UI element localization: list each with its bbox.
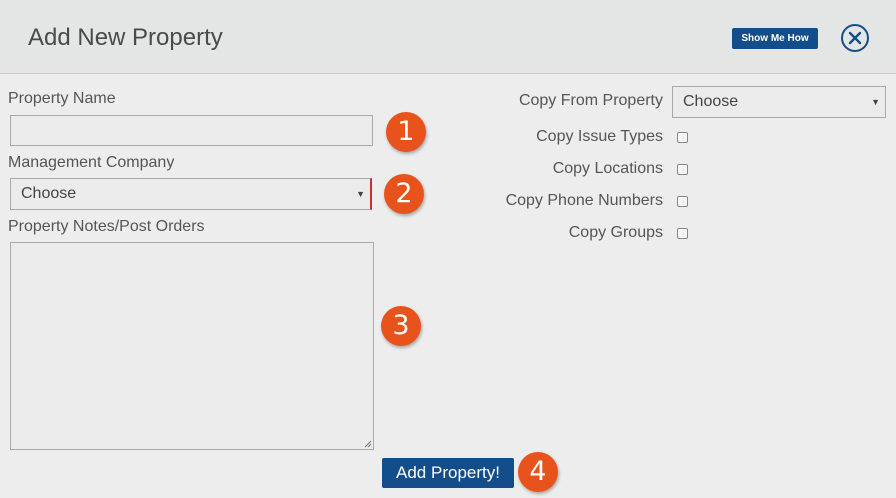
property-name-input[interactable]: [10, 115, 373, 146]
dropdown-arrow-icon: ▼: [356, 189, 365, 199]
copy-issue-types-checkbox[interactable]: [677, 132, 688, 143]
page-title: Add New Property: [28, 24, 223, 51]
copy-phone-numbers-checkbox[interactable]: [677, 196, 688, 207]
close-icon[interactable]: [841, 24, 869, 52]
copy-issue-types-label: Copy Issue Types: [536, 128, 663, 145]
step-badge-1: 1: [386, 112, 426, 152]
management-company-select[interactable]: Choose ▼: [10, 178, 372, 210]
notes-label: Property Notes/Post Orders: [8, 218, 205, 235]
copy-groups-label: Copy Groups: [568, 224, 663, 241]
copy-from-select[interactable]: Choose ▼: [672, 86, 886, 118]
dropdown-arrow-icon: ▼: [871, 97, 880, 107]
property-name-label: Property Name: [8, 90, 116, 107]
step-badge-3: 3: [381, 306, 421, 346]
copy-groups-checkbox[interactable]: [677, 228, 688, 239]
copy-locations-checkbox[interactable]: [677, 164, 688, 175]
copy-from-label: Copy From Property: [518, 92, 663, 109]
step-badge-2: 2: [384, 174, 424, 214]
notes-textarea[interactable]: [10, 242, 374, 450]
management-company-label: Management Company: [8, 154, 175, 171]
copy-locations-label: Copy Locations: [552, 160, 663, 177]
show-me-how-button[interactable]: Show Me How: [732, 28, 818, 49]
modal-header: Add New Property Show Me How: [0, 0, 896, 74]
copy-from-value: Choose: [683, 93, 739, 110]
management-company-value: Choose: [21, 185, 77, 202]
step-badge-4: 4: [518, 452, 558, 492]
add-property-button[interactable]: Add Property!: [382, 458, 514, 488]
copy-phone-numbers-label: Copy Phone Numbers: [505, 192, 663, 209]
resize-handle-icon[interactable]: [363, 439, 372, 448]
